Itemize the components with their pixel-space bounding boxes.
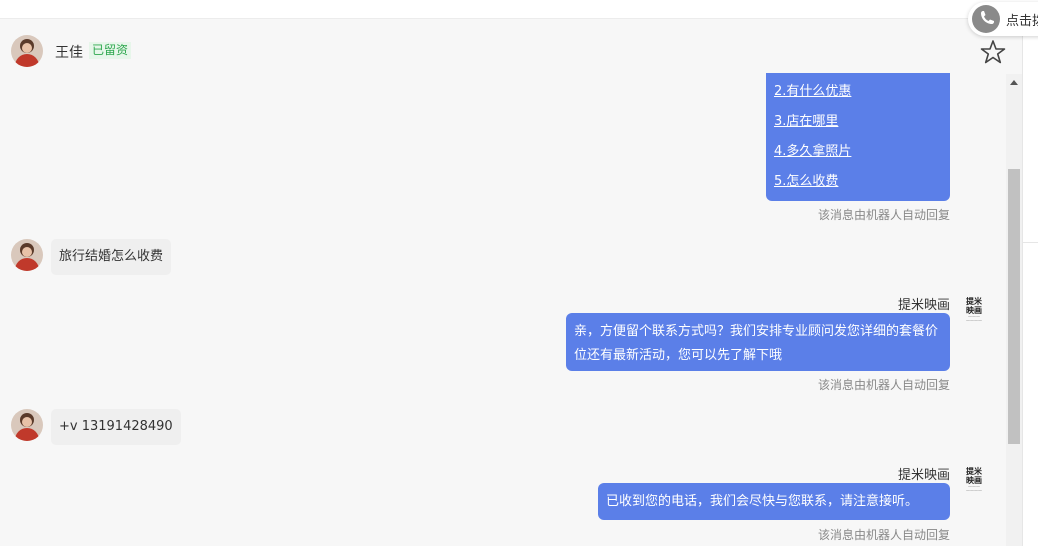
sender-name: 提米映画 bbox=[897, 468, 950, 483]
status-badge: 已留资 bbox=[89, 42, 132, 59]
menu-item-discount[interactable]: 2.有什么优惠 bbox=[774, 77, 950, 107]
chevron-up-icon[interactable] bbox=[1010, 80, 1018, 85]
side-panel bbox=[1022, 18, 1038, 546]
brand-logo: 提米 映画 ——— ———— bbox=[963, 297, 985, 323]
phone-icon bbox=[972, 5, 1000, 33]
auto-reply-note: 该消息由机器人自动回复 bbox=[817, 378, 950, 392]
star-icon[interactable] bbox=[980, 39, 1006, 65]
incoming-message: 旅行结婚怎么收费 bbox=[51, 239, 172, 275]
auto-reply-note: 该消息由机器人自动回复 bbox=[817, 208, 950, 222]
menu-item-photo-time[interactable]: 4.多久拿照片 bbox=[774, 137, 950, 167]
outgoing-message: 已收到您的电话，我们会尽快与您联系，请注意接听。 bbox=[598, 483, 950, 520]
menu-item-location[interactable]: 3.店在哪里 bbox=[774, 107, 950, 137]
logo-small-text: ——— ———— bbox=[966, 484, 982, 493]
call-button[interactable]: 点击拨 bbox=[968, 2, 1038, 36]
outgoing-message: 亲，方便留个联系方式吗？我们安排专业顾问发您详细的套餐价位还有最新活动，您可以先… bbox=[566, 313, 950, 371]
menu-bubble: 2.有什么优惠 3.店在哪里 4.多久拿照片 5.怎么收费 bbox=[766, 73, 950, 201]
logo-small-text: ——— ———— bbox=[966, 314, 982, 323]
call-button-label: 点击拨 bbox=[1006, 13, 1038, 29]
logo-text: 提米 bbox=[966, 467, 982, 476]
contact-name: 王佳 bbox=[55, 45, 83, 61]
scrollbar[interactable] bbox=[1006, 74, 1022, 546]
divider bbox=[1023, 242, 1038, 243]
avatar[interactable] bbox=[11, 409, 43, 441]
menu-item-pricing[interactable]: 5.怎么收费 bbox=[774, 167, 950, 197]
scrollbar-thumb[interactable] bbox=[1008, 169, 1020, 444]
sender-name: 提米映画 bbox=[897, 298, 950, 313]
top-bar bbox=[0, 0, 1038, 19]
logo-text: 提米 bbox=[966, 297, 982, 306]
brand-logo: 提米 映画 ——— ———— bbox=[963, 467, 985, 493]
incoming-message: +v 13191428490 bbox=[51, 409, 181, 445]
auto-reply-note: 该消息由机器人自动回复 bbox=[817, 528, 950, 542]
avatar[interactable] bbox=[11, 35, 43, 67]
avatar[interactable] bbox=[11, 239, 43, 271]
